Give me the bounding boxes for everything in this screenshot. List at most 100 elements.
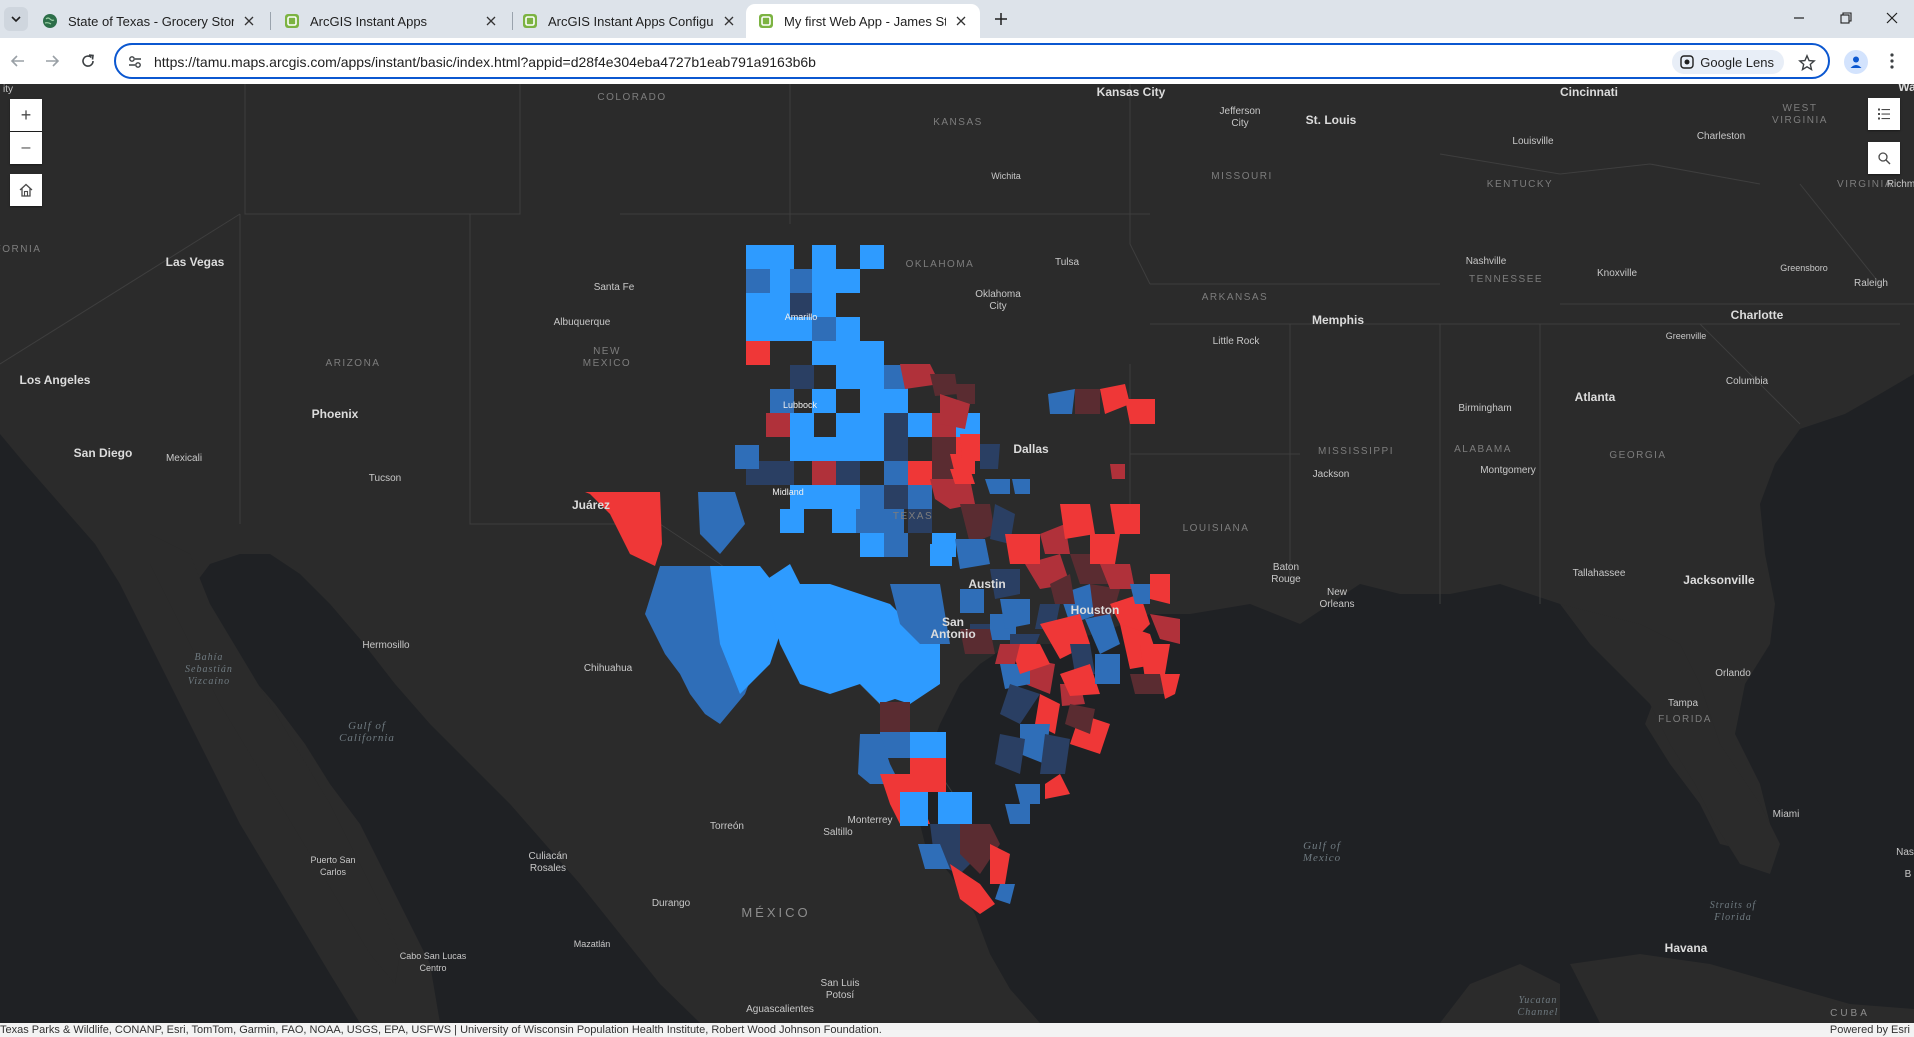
county-polygon[interactable] (1065, 704, 1095, 734)
county-polygon[interactable] (860, 644, 910, 704)
county-choropleth-layer[interactable] (0, 84, 1914, 1023)
county-polygon[interactable] (832, 509, 856, 533)
county-polygon[interactable] (812, 269, 836, 293)
county-polygon[interactable] (960, 589, 984, 613)
county-polygon[interactable] (995, 884, 1015, 904)
zoom-in-button[interactable]: + (10, 99, 42, 131)
county-polygon[interactable] (836, 413, 860, 437)
county-polygon[interactable] (960, 504, 995, 544)
county-polygon[interactable] (780, 509, 804, 533)
county-polygon[interactable] (1110, 504, 1140, 534)
county-polygon[interactable] (908, 413, 932, 437)
browser-tab-active[interactable]: My first Web App - James Strick (746, 4, 980, 38)
county-polygon[interactable] (698, 492, 745, 554)
home-button[interactable] (10, 174, 42, 206)
close-window-button[interactable] (1878, 6, 1906, 30)
browser-tab[interactable]: ArcGIS Instant Apps (272, 4, 510, 38)
county-polygon[interactable] (860, 389, 884, 413)
county-polygon[interactable] (985, 479, 1010, 494)
zoom-out-button[interactable]: – (10, 132, 42, 164)
county-polygon[interactable] (836, 365, 860, 389)
close-icon[interactable] (952, 12, 970, 30)
county-polygon[interactable] (746, 341, 770, 365)
county-polygon[interactable] (860, 245, 884, 269)
browser-menu-button[interactable] (1880, 49, 1904, 73)
county-polygon[interactable] (938, 792, 972, 826)
minimize-button[interactable] (1785, 6, 1813, 30)
county-polygon[interactable] (746, 245, 770, 269)
county-polygon[interactable] (1005, 804, 1030, 824)
county-polygon[interactable] (1160, 674, 1180, 699)
county-polygon[interactable] (860, 365, 884, 389)
county-polygon[interactable] (1015, 784, 1040, 804)
address-bar[interactable]: https://tamu.maps.arcgis.com/apps/instan… (114, 43, 1830, 79)
county-polygon[interactable] (790, 437, 814, 461)
county-polygon[interactable] (880, 702, 910, 732)
county-polygon[interactable] (860, 485, 884, 509)
county-polygon[interactable] (950, 864, 995, 914)
tab-search-button[interactable] (4, 7, 28, 31)
county-polygon[interactable] (930, 374, 958, 396)
county-polygon[interactable] (770, 461, 794, 485)
county-polygon[interactable] (1045, 774, 1070, 799)
county-polygon[interactable] (1040, 734, 1070, 774)
county-polygon[interactable] (910, 732, 946, 758)
county-polygon[interactable] (735, 445, 759, 469)
back-button[interactable] (4, 47, 32, 75)
county-polygon[interactable] (1095, 654, 1120, 684)
new-tab-button[interactable] (989, 7, 1013, 31)
county-polygon[interactable] (746, 317, 770, 341)
county-polygon[interactable] (836, 437, 860, 461)
county-polygon[interactable] (836, 317, 860, 341)
county-polygon[interactable] (1150, 574, 1170, 604)
layer-list-button[interactable] (1868, 98, 1900, 130)
browser-tab[interactable]: State of Texas - Grocery Store (30, 4, 268, 38)
search-button[interactable] (1868, 142, 1900, 174)
county-polygon[interactable] (930, 544, 952, 566)
county-polygon[interactable] (990, 844, 1010, 884)
county-polygon[interactable] (884, 461, 908, 485)
county-polygon[interactable] (884, 413, 908, 437)
county-polygon[interactable] (766, 413, 790, 437)
county-polygon[interactable] (1110, 464, 1125, 479)
county-polygon[interactable] (860, 341, 884, 365)
county-polygon[interactable] (812, 437, 836, 461)
county-polygon[interactable] (836, 269, 860, 293)
county-polygon[interactable] (900, 792, 928, 826)
county-polygon[interactable] (1090, 534, 1120, 564)
county-polygon[interactable] (910, 758, 946, 792)
county-polygon[interactable] (746, 269, 770, 293)
county-polygon[interactable] (1100, 564, 1135, 589)
county-polygon[interactable] (908, 485, 932, 509)
county-polygon[interactable] (1125, 399, 1155, 424)
county-polygon[interactable] (836, 485, 860, 509)
county-polygon[interactable] (955, 539, 990, 569)
county-polygon[interactable] (812, 245, 836, 269)
county-polygon[interactable] (856, 509, 880, 533)
county-polygon[interactable] (1000, 599, 1030, 629)
county-polygon[interactable] (980, 444, 1000, 469)
county-polygon[interactable] (836, 341, 860, 365)
county-polygon[interactable] (860, 437, 884, 461)
county-polygon[interactable] (960, 434, 980, 459)
county-polygon[interactable] (812, 461, 836, 485)
url-text[interactable]: https://tamu.maps.arcgis.com/apps/instan… (154, 54, 816, 70)
county-polygon[interactable] (884, 533, 908, 557)
county-polygon[interactable] (884, 485, 908, 509)
browser-tab[interactable]: ArcGIS Instant Apps Configurati (510, 4, 748, 38)
county-polygon[interactable] (884, 437, 908, 461)
county-polygon[interactable] (1048, 389, 1075, 414)
county-polygon[interactable] (790, 269, 814, 293)
county-polygon[interactable] (790, 365, 814, 389)
county-polygon[interactable] (1012, 479, 1030, 494)
county-polygon[interactable] (860, 413, 884, 437)
site-info-icon[interactable] (126, 53, 144, 71)
county-polygon[interactable] (812, 341, 836, 365)
profile-avatar[interactable] (1844, 50, 1868, 74)
county-polygon[interactable] (1000, 684, 1040, 724)
county-polygon[interactable] (995, 734, 1025, 774)
reload-button[interactable] (74, 47, 102, 75)
google-lens-button[interactable]: Google Lens (1672, 50, 1784, 74)
county-polygon[interactable] (1005, 534, 1040, 564)
close-icon[interactable] (720, 12, 738, 30)
